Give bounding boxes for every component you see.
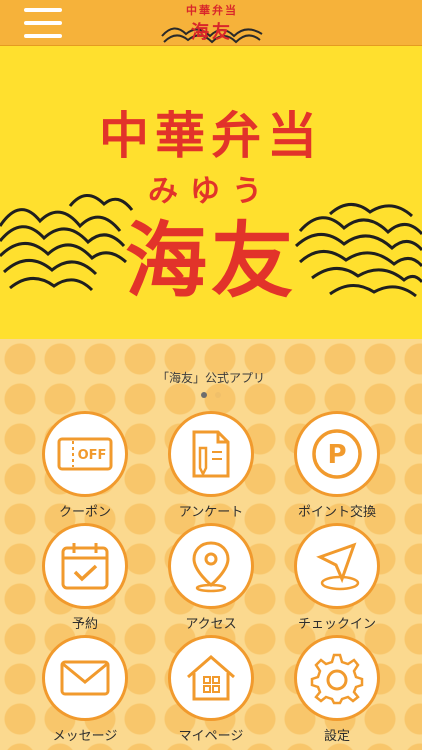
menu-label-access: アクセス (185, 617, 237, 632)
header-logo-title: 中華弁当 (186, 4, 238, 17)
menu-tile-points[interactable]: P ポイント交換 (277, 411, 397, 521)
menu-label-settings: 設定 (323, 729, 350, 744)
points-badge-text: P (327, 440, 346, 470)
header-logo-name: 海友 (191, 22, 233, 43)
coupon-badge-text: OFF (78, 448, 107, 463)
checkin-icon (294, 523, 380, 609)
banner-name: 海友 (124, 213, 297, 309)
house-icon (168, 635, 254, 721)
menu-tile-coupon[interactable]: OFF クーポン (25, 411, 145, 521)
menu-tile-access[interactable]: アクセス (151, 523, 271, 633)
menu-label-survey: アンケート (178, 505, 244, 520)
points-icon: P (294, 411, 380, 497)
top-bar: 中華弁当 海友 (0, 0, 422, 46)
main-content: 「海友」公式アプリ OFF クーポン アンケート P ポイント交換 予約 アクセ… (0, 339, 422, 750)
menu-tile-reservation[interactable]: 予約 (25, 523, 145, 633)
menu-label-coupon: クーポン (58, 505, 111, 520)
survey-icon (168, 411, 254, 497)
coupon-icon: OFF (42, 411, 128, 497)
gear-icon (294, 635, 380, 721)
menu-tile-survey[interactable]: アンケート (151, 411, 271, 521)
banner-title: 中華弁当 (99, 106, 323, 165)
menu-tile-settings[interactable]: 設定 (277, 635, 397, 745)
menu-label-points: ポイント交換 (297, 505, 376, 520)
menu-tile-checkin[interactable]: チェックイン (277, 523, 397, 633)
hero-banner: 中華弁当 みゆう 海友 (0, 46, 422, 339)
header-logo: 中華弁当 海友 (160, 2, 264, 44)
menu-tile-mypage[interactable]: マイページ (151, 635, 271, 745)
map-pin-icon (168, 523, 254, 609)
menu-tile-message[interactable]: メッセージ (25, 635, 145, 745)
menu-grid: OFF クーポン アンケート P ポイント交換 予約 アクセス チェックイン メ… (0, 339, 422, 750)
calendar-icon (42, 523, 128, 609)
menu-label-reservation: 予約 (71, 617, 98, 632)
menu-label-mypage: マイページ (178, 729, 244, 744)
menu-label-checkin: チェックイン (297, 617, 376, 632)
menu-label-message: メッセージ (52, 729, 118, 744)
mail-icon (42, 635, 128, 721)
hamburger-menu-icon[interactable] (24, 8, 62, 38)
